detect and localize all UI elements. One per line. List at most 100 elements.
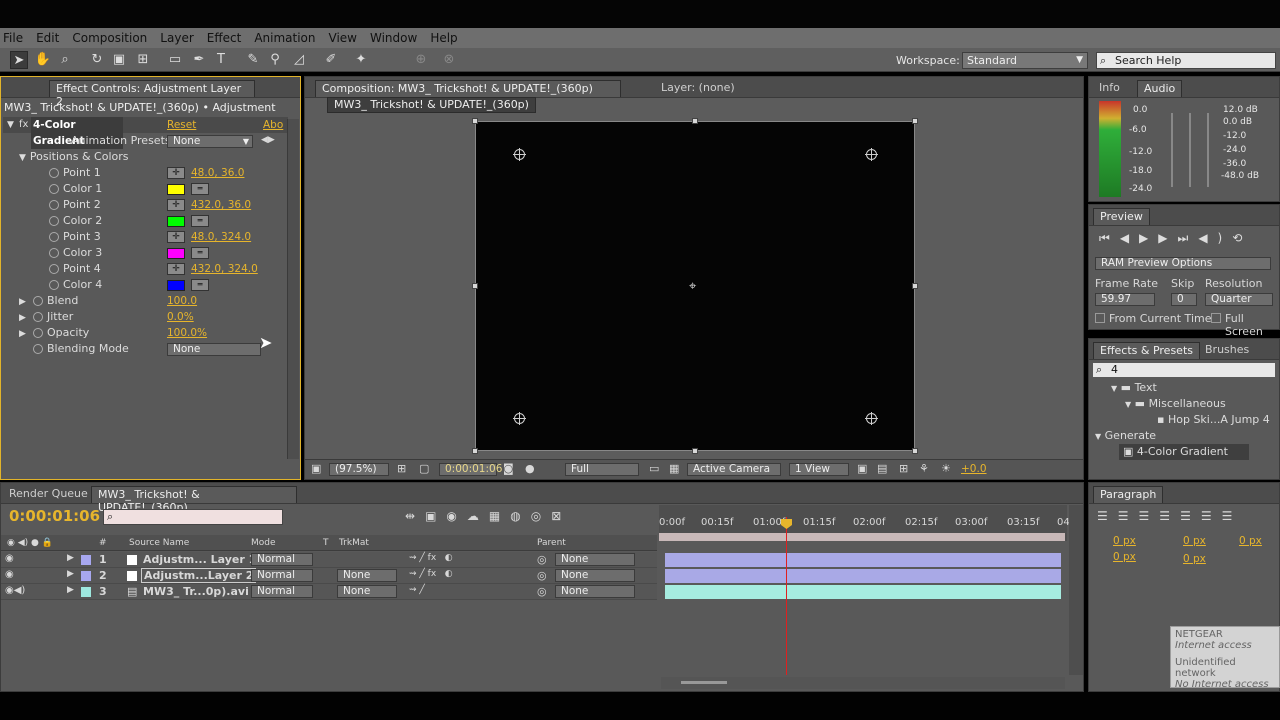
world-axis-icon[interactable]: ⊗ — [440, 51, 458, 69]
stopwatch-icon[interactable] — [33, 296, 43, 306]
from-current-time-checkbox[interactable] — [1095, 313, 1105, 323]
timecode-display[interactable]: 0:00:01:06 — [439, 463, 502, 476]
color-swatch-yellow[interactable] — [167, 184, 185, 195]
tab-info[interactable]: Info — [1093, 80, 1126, 97]
tab-render-queue[interactable]: Render Queue — [3, 486, 94, 503]
draft-3d-icon[interactable]: ◉ — [446, 509, 466, 523]
flowchart-icon[interactable]: ⚘ — [919, 462, 929, 475]
justify-center-icon[interactable]: ☰ — [1180, 509, 1201, 523]
prop-value[interactable]: 432.0, 36.0 — [191, 197, 251, 213]
tree-item-generate[interactable]: ▼ Generate — [1095, 428, 1156, 444]
label-color-icon[interactable] — [81, 571, 91, 581]
rotate-tool-icon[interactable]: ↻ — [88, 51, 106, 69]
frame-rate-dropdown[interactable]: 59.97 — [1095, 293, 1155, 306]
prop-value[interactable]: 0.0% — [167, 309, 194, 325]
stopwatch-icon[interactable] — [49, 200, 59, 210]
layer-parent-dropdown[interactable]: None — [555, 553, 635, 566]
pen-tool-icon[interactable]: ✒ — [190, 51, 208, 69]
tab-paragraph[interactable]: Paragraph — [1093, 486, 1164, 503]
effect-row-4-color-gradient[interactable]: ▼ fx 4-Color Gradient Reset Abo — [3, 117, 288, 149]
tab-brushes[interactable]: Brushes — [1199, 342, 1255, 359]
motion-blur-icon[interactable]: ◍ — [510, 509, 530, 523]
timeline-timecode[interactable]: 0:00:01:06 — [9, 507, 100, 525]
bounding-handle[interactable] — [912, 448, 918, 454]
local-axis-icon[interactable]: ⊕ — [412, 51, 430, 69]
pickwhip-icon[interactable]: ◎ — [537, 553, 547, 566]
menu-composition[interactable]: Composition — [72, 31, 147, 45]
resolution-dropdown[interactable]: Quarter — [1205, 293, 1273, 306]
justify-all-icon[interactable]: ☰ — [1222, 509, 1243, 523]
bounding-handle[interactable] — [472, 448, 478, 454]
brainstorm-icon[interactable]: ◎ — [531, 509, 551, 523]
expand-arrow-icon[interactable]: ▶ — [67, 569, 74, 579]
animation-presets-dropdown[interactable]: None ▼ — [167, 135, 253, 148]
menu-help[interactable]: Help — [430, 31, 457, 45]
layer-trkmat-dropdown[interactable]: None — [337, 585, 397, 598]
first-line-indent-field[interactable]: 0 px — [1239, 535, 1262, 547]
prop-value[interactable]: 48.0, 324.0 — [191, 229, 251, 245]
audio-fader-track[interactable] — [1189, 113, 1191, 187]
frame-blending-icon[interactable]: ▦ — [489, 509, 510, 523]
always-preview-icon[interactable]: ▣ — [311, 462, 321, 475]
stopwatch-icon[interactable] — [49, 248, 59, 258]
menu-layer[interactable]: Layer — [160, 31, 193, 45]
layer-parent-dropdown[interactable]: None — [555, 585, 635, 598]
visibility-eye-icon[interactable]: ◉ — [5, 553, 14, 564]
camera-tool-icon[interactable]: ▣ — [110, 51, 128, 69]
space-after-field[interactable]: 0 px — [1183, 553, 1206, 565]
bounding-handle[interactable] — [472, 118, 478, 124]
layer-3-duration-bar[interactable] — [665, 585, 1061, 599]
blending-mode-dropdown[interactable]: None — [167, 343, 261, 356]
region-of-interest-icon[interactable]: ▭ — [649, 462, 659, 475]
col-source-name[interactable]: Source Name — [129, 535, 189, 551]
prop-value[interactable]: 48.0, 36.0 — [191, 165, 244, 181]
point-1-crosshair-icon[interactable] — [513, 148, 526, 161]
indent-right-field[interactable]: 0 px — [1183, 535, 1206, 547]
point-2-crosshair-icon[interactable] — [865, 148, 878, 161]
full-screen-checkbox[interactable] — [1211, 313, 1221, 323]
audio-fader-track[interactable] — [1171, 113, 1173, 187]
layer-mode-dropdown[interactable]: Normal — [251, 569, 313, 582]
exposure-value[interactable]: +0.0 — [961, 463, 987, 475]
clone-stamp-tool-icon[interactable]: ⚲ — [266, 51, 284, 69]
stopwatch-icon[interactable] — [33, 312, 43, 322]
expand-arrow-icon[interactable]: ▶ — [19, 329, 26, 339]
justify-right-icon[interactable]: ☰ — [1201, 509, 1222, 523]
anchor-point-icon[interactable]: ⌖ — [689, 279, 696, 294]
ram-preview-options-dropdown[interactable]: RAM Preview Options — [1095, 257, 1271, 270]
toggle-pixel-aspect-icon[interactable]: ▣ — [857, 462, 867, 475]
menu-animation[interactable]: Animation — [254, 31, 315, 45]
align-left-icon[interactable]: ☰ — [1097, 509, 1118, 523]
layer-switches-icons[interactable]: ⇝ ╱ fx ◐ — [409, 569, 453, 579]
preset-nav-arrows-icon[interactable]: ◀▶ — [261, 135, 275, 145]
tree-item-4-color-gradient[interactable]: ▣ 4-Color Gradient — [1119, 444, 1249, 460]
layer-switches-icons[interactable]: ⇝ ╱ — [409, 585, 425, 595]
brush-tool-icon[interactable]: ✎ — [244, 51, 262, 69]
layer-2-duration-bar[interactable] — [665, 569, 1061, 583]
tab-composition[interactable]: Composition: MW3_ Trickshot! & UPDATE!_(… — [315, 80, 621, 97]
col-parent[interactable]: Parent — [537, 535, 566, 551]
expand-arrow-icon[interactable]: ▶ — [19, 297, 26, 307]
timeline-icon[interactable]: ⊞ — [899, 462, 908, 475]
prop-value[interactable]: 100.0% — [167, 325, 207, 341]
col-trkmat[interactable]: TrkMat — [339, 535, 369, 551]
tab-audio[interactable]: Audio — [1137, 80, 1183, 97]
hand-tool-icon[interactable]: ✋ — [34, 51, 52, 69]
tree-item-text[interactable]: ▼ ▬ Text — [1111, 380, 1157, 396]
justify-left-icon[interactable]: ☰ — [1159, 509, 1180, 523]
mute-icon[interactable]: ◀) — [1198, 231, 1232, 245]
stopwatch-icon[interactable] — [49, 184, 59, 194]
skip-dropdown[interactable]: 0 — [1171, 293, 1197, 306]
about-link[interactable]: Abo — [263, 117, 283, 133]
color-swatch-blue[interactable] — [167, 280, 185, 291]
prop-value[interactable]: 100.0 — [167, 293, 197, 309]
bounding-handle[interactable] — [912, 283, 918, 289]
tab-preview[interactable]: Preview — [1093, 208, 1150, 225]
zoom-tool-icon[interactable]: ⌕ — [56, 51, 74, 69]
crosshair-icon[interactable]: ✛ — [167, 199, 185, 211]
eyedropper-icon[interactable]: ═ — [191, 183, 209, 195]
menu-edit[interactable]: Edit — [36, 31, 59, 45]
crosshair-icon[interactable]: ✛ — [167, 231, 185, 243]
live-update-icon[interactable]: ▣ — [425, 509, 446, 523]
resolution-dropdown[interactable]: Full — [565, 463, 639, 476]
